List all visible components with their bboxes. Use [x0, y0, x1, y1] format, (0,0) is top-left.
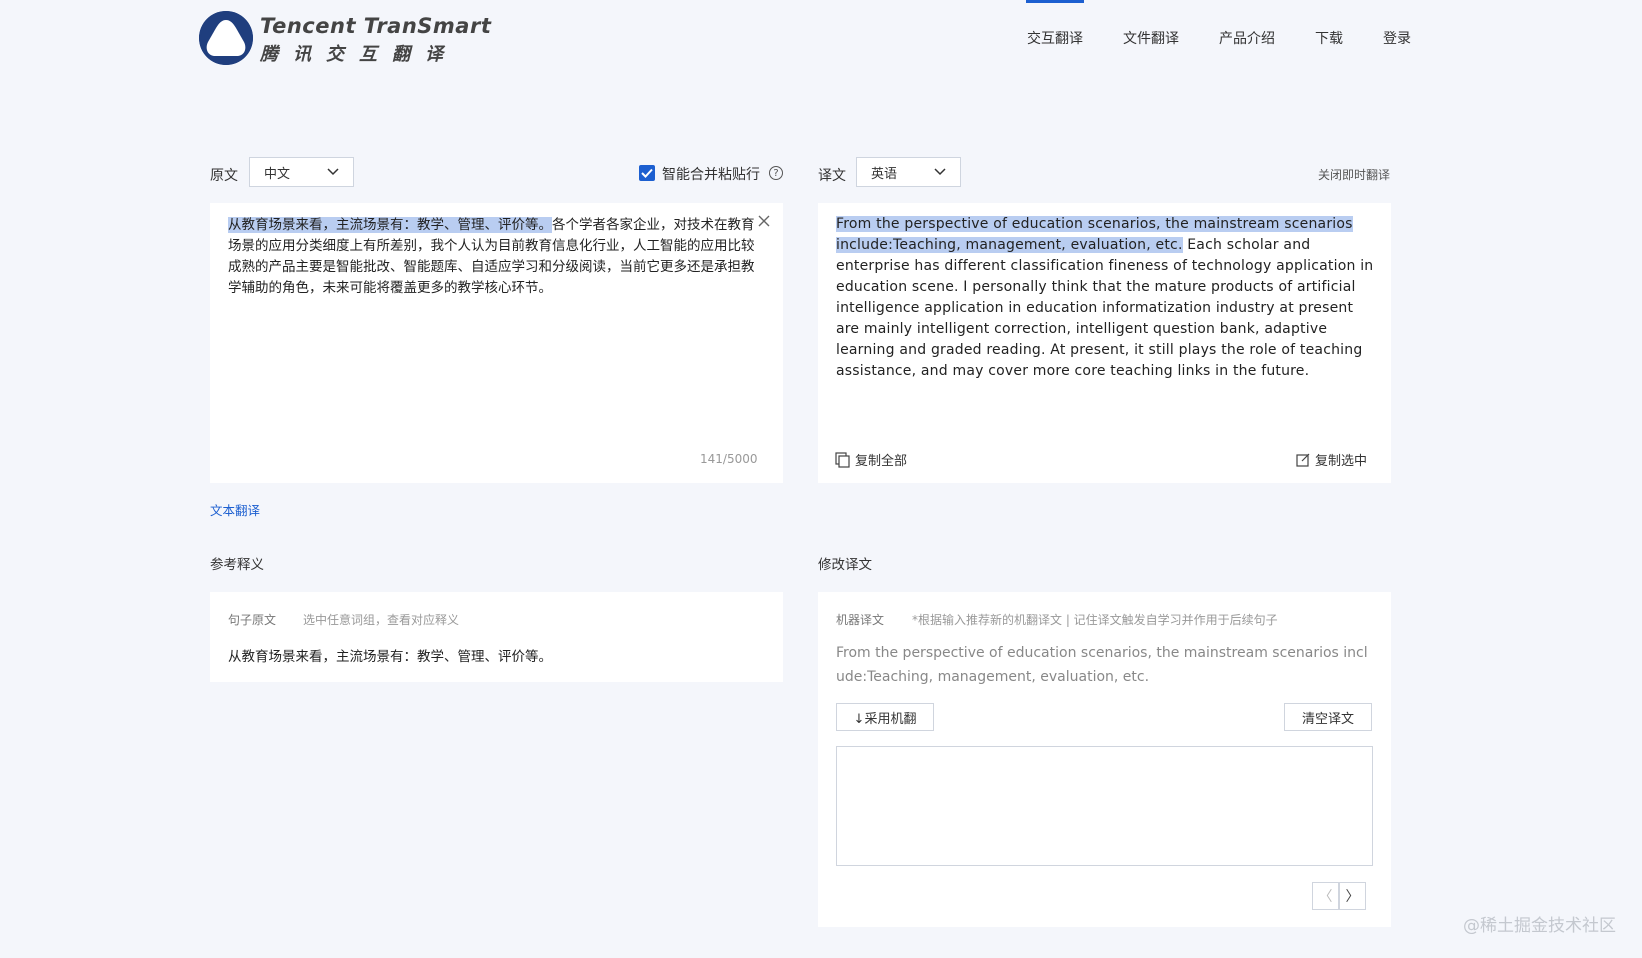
prev-sentence-button[interactable]: 〈	[1312, 882, 1339, 910]
target-language-value: 英语	[871, 166, 898, 182]
nav-active-indicator	[1026, 0, 1084, 3]
machine-translation-label: 机器译文	[836, 613, 885, 627]
check-icon	[641, 168, 653, 178]
merge-paste-checkbox[interactable]	[639, 165, 655, 181]
chevron-down-icon	[934, 168, 946, 176]
text-translate-link[interactable]: 文本翻译	[210, 500, 260, 519]
target-label: 译文	[818, 168, 846, 184]
copy-icon	[835, 451, 850, 468]
reference-tab-sentence[interactable]: 句子原文	[228, 611, 276, 628]
nav-download[interactable]: 下载	[1315, 28, 1343, 48]
brand-name-cn: 腾讯交互翻译	[260, 44, 458, 65]
edit-copy-icon	[1296, 453, 1310, 467]
source-label: 原文	[210, 168, 238, 184]
copy-all-label: 复制全部	[855, 454, 908, 469]
toggle-instant-translate[interactable]: 关闭即时翻译	[1318, 166, 1390, 183]
copy-selected-label: 复制选中	[1315, 454, 1368, 469]
source-language-value: 中文	[264, 166, 291, 182]
nav-product-intro[interactable]: 产品介绍	[1219, 28, 1275, 48]
source-text[interactable]: 从教育场景来看，主流场景有：教学、管理、评价等。各个学者各家企业，对技术在教育场…	[228, 215, 758, 299]
source-text-highlighted: 从教育场景来看，主流场景有：教学、管理、评价等。	[228, 217, 552, 233]
chevron-down-icon	[327, 168, 339, 176]
reference-hint: 选中任意词组，查看对应释义	[303, 613, 460, 627]
nav-file-translate[interactable]: 文件翻译	[1123, 28, 1179, 48]
merge-paste-label[interactable]: 智能合并粘贴行	[662, 164, 760, 184]
help-icon[interactable]: ?	[769, 166, 783, 180]
triangle-logo-icon	[199, 11, 253, 65]
copy-all-button[interactable]: 复制全部	[835, 450, 907, 469]
watermark: @稀土掘金技术社区	[1463, 916, 1616, 936]
target-text-rest: Each scholar and enterprise has differen…	[836, 237, 1374, 379]
machine-translation-hint: *根据输入推荐新的机翻译文 | 记住译文触发自学习并作用于后续句子	[912, 613, 1278, 627]
brand-logo[interactable]	[199, 11, 253, 65]
char-counter: 141/5000	[700, 452, 758, 466]
close-icon	[758, 215, 770, 227]
clear-source-button[interactable]	[758, 212, 770, 231]
copy-selected-button[interactable]: 复制选中	[1296, 450, 1367, 469]
next-sentence-button[interactable]: 〉	[1339, 882, 1366, 910]
reference-panel	[210, 592, 783, 682]
reference-sentence[interactable]: 从教育场景来看，主流场景有：教学、管理、评价等。	[228, 645, 552, 665]
revise-translation-input[interactable]	[836, 746, 1373, 866]
source-language-select[interactable]: 中文	[249, 157, 354, 187]
target-text[interactable]: From the perspective of education scenar…	[836, 214, 1376, 382]
brand-name-en: Tencent TranSmart	[260, 14, 492, 38]
reference-title: 参考释义	[210, 557, 264, 573]
machine-translation-text: From the perspective of education scenar…	[836, 645, 1368, 685]
nav-interactive-translate[interactable]: 交互翻译	[1027, 28, 1083, 48]
target-language-select[interactable]: 英语	[856, 157, 961, 187]
nav-login[interactable]: 登录	[1383, 28, 1411, 48]
clear-translation-button[interactable]: 清空译文	[1284, 703, 1372, 731]
revise-title: 修改译文	[818, 557, 872, 573]
adopt-machine-button[interactable]: ↓采用机翻	[836, 703, 934, 731]
